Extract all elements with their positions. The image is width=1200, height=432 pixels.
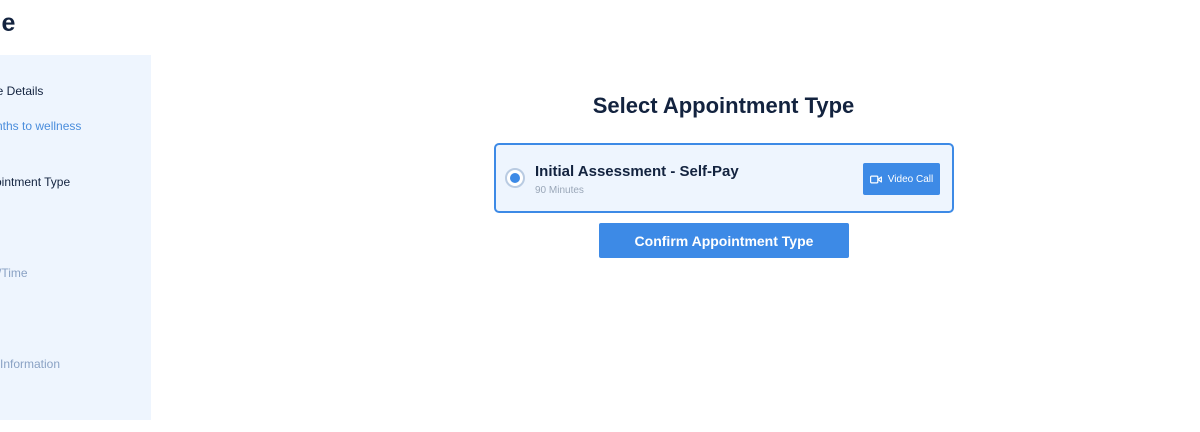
- radio-selected-dot: [510, 173, 520, 183]
- sidebar-step-information[interactable]: Information: [0, 357, 60, 371]
- sidebar-step-appointment-type[interactable]: ointment Type: [0, 175, 70, 189]
- section-title: Select Appointment Type: [592, 93, 855, 118]
- confirm-appointment-type-button[interactable]: Confirm Appointment Type: [599, 223, 849, 258]
- appointment-option-card[interactable]: Initial Assessment - Self-Pay 90 Minutes…: [494, 143, 954, 213]
- appointment-option-duration: 90 Minutes: [535, 185, 584, 196]
- appointment-option-title: Initial Assessment - Self-Pay: [535, 163, 739, 180]
- sidebar-step-date-time[interactable]: /Time: [0, 266, 28, 280]
- video-camera-icon: [869, 175, 882, 184]
- video-call-label: Video Call: [887, 173, 934, 185]
- page-title: ge: [0, 9, 16, 37]
- video-call-badge: Video Call: [863, 163, 940, 195]
- sidebar-step-package-subtitle: nths to wellness: [0, 119, 82, 133]
- appointment-option-radio[interactable]: [505, 168, 525, 188]
